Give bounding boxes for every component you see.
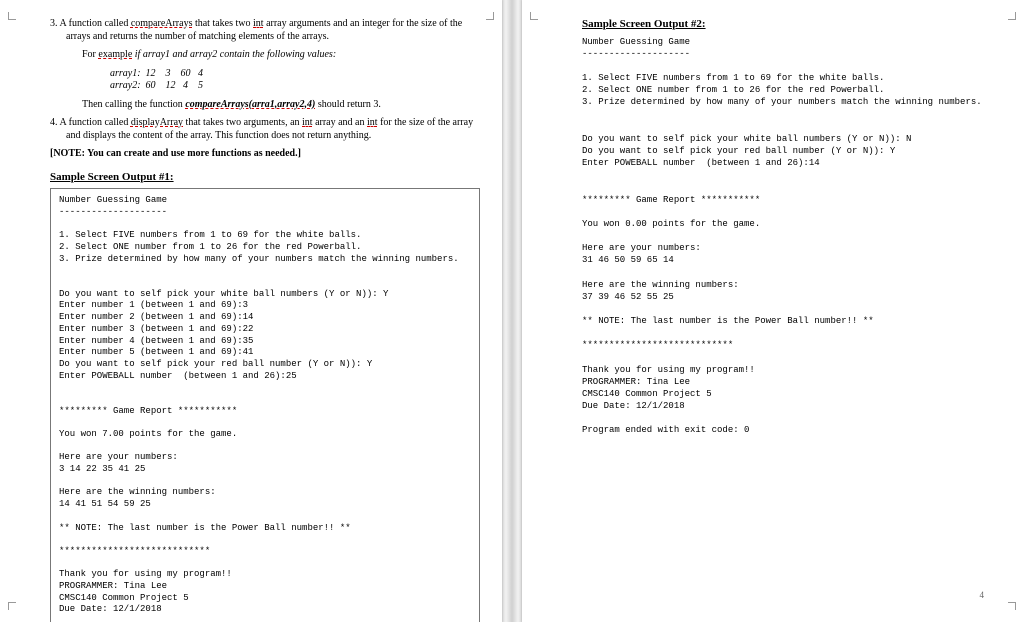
example-intro: For example if array1 and array2 contain… bbox=[82, 49, 480, 62]
text: array and an bbox=[313, 117, 367, 128]
text: that takes two arguments, an bbox=[183, 117, 302, 128]
note-line: [NOTE: You can create and use more funct… bbox=[50, 148, 480, 161]
sample-output-1: Number Guessing Game -------------------… bbox=[50, 188, 480, 622]
text: 3. A function called bbox=[50, 18, 131, 29]
type-int: int bbox=[253, 18, 264, 29]
document-spread: 3. A function called compareArrays that … bbox=[0, 0, 1024, 622]
type-int: int bbox=[367, 117, 378, 128]
arrays-block: array1: 12 3 60 4 array2: 60 12 4 5 bbox=[110, 68, 480, 93]
type-int: int bbox=[302, 117, 313, 128]
then-calling: Then calling the function compareArrays(… bbox=[82, 99, 480, 112]
page-left: 3. A function called compareArrays that … bbox=[0, 0, 502, 622]
text: Then calling the function bbox=[82, 99, 185, 110]
crop-mark bbox=[530, 8, 542, 20]
word-example: example bbox=[98, 49, 132, 60]
fn-displayArray: displayArray bbox=[131, 117, 183, 128]
text: For bbox=[82, 49, 98, 60]
text: 4. A function called bbox=[50, 117, 131, 128]
crop-mark bbox=[8, 8, 20, 20]
sample-output-2: Number Guessing Game -------------------… bbox=[582, 36, 1002, 437]
page-gap bbox=[502, 0, 522, 622]
crop-mark bbox=[8, 602, 20, 614]
text: that takes two bbox=[192, 18, 253, 29]
crop-mark bbox=[1004, 602, 1016, 614]
page-right-content: Sample Screen Output #2: Number Guessing… bbox=[582, 18, 1002, 436]
crop-mark bbox=[1004, 8, 1016, 20]
text-italic: if array1 and array2 contain the followi… bbox=[132, 49, 336, 60]
crop-mark bbox=[482, 8, 494, 20]
fn-compareArrays: compareArrays bbox=[131, 18, 193, 29]
sample-output-1-heading: Sample Screen Output #1: bbox=[50, 171, 480, 185]
text: if array1 and array2 contain the followi… bbox=[132, 49, 336, 60]
text: should return 3. bbox=[315, 99, 381, 110]
page-right: Sample Screen Output #2: Number Guessing… bbox=[522, 0, 1024, 622]
page-left-content: 3. A function called compareArrays that … bbox=[50, 18, 480, 622]
page-number: 4 bbox=[980, 590, 985, 600]
list-item-4: 4. A function called displayArray that t… bbox=[66, 117, 480, 142]
list-item-3: 3. A function called compareArrays that … bbox=[66, 18, 480, 43]
sample-output-2-heading: Sample Screen Output #2: bbox=[582, 18, 1002, 32]
fn-call-compareArrays: compareArrays(arra1,array2,4) bbox=[185, 99, 315, 110]
